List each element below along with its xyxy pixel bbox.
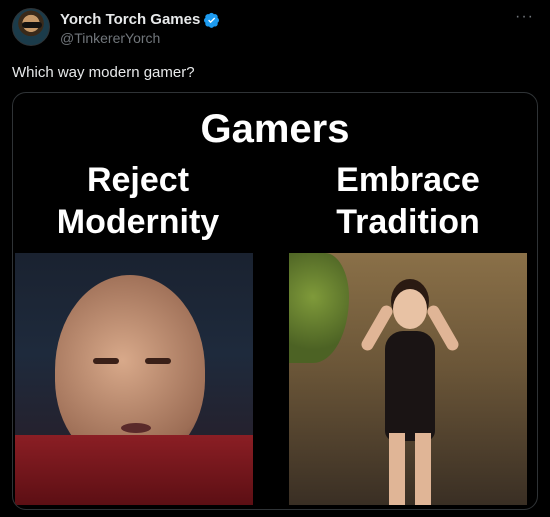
leg-right bbox=[415, 433, 431, 505]
tweet-header: Yorch Torch Games @TinkererYorch ··· bbox=[12, 8, 538, 48]
author-handle[interactable]: @TinkererYorch bbox=[60, 30, 160, 46]
meme-left-label-line2: Modernity bbox=[56, 203, 220, 241]
eye-right bbox=[145, 358, 171, 364]
leg-left bbox=[389, 433, 405, 505]
red-jacket bbox=[15, 435, 253, 505]
meme-right-photo bbox=[289, 253, 527, 505]
tweet-text: Which way modern gamer? bbox=[12, 64, 195, 81]
meme-title: Gamers bbox=[200, 107, 350, 151]
foliage bbox=[289, 253, 349, 363]
tweet-media-image[interactable]: Gamers Reject Modernity Embrace Traditio… bbox=[12, 92, 538, 510]
character-figure bbox=[359, 283, 461, 505]
meme-right-label-line1: Embrace bbox=[336, 161, 480, 199]
meme-right-label-line2: Tradition bbox=[336, 203, 480, 241]
meme-left-label-line1: Reject bbox=[86, 161, 190, 199]
more-options-icon[interactable]: ··· bbox=[515, 8, 534, 26]
avatar[interactable] bbox=[12, 8, 50, 46]
character-head bbox=[393, 289, 427, 329]
author-display-name[interactable]: Yorch Torch Games bbox=[60, 11, 200, 28]
meme-left-label: Reject Modernity bbox=[13, 159, 263, 243]
black-lace-outfit bbox=[385, 331, 435, 441]
mouth bbox=[121, 423, 151, 433]
meme-right-label: Embrace Tradition bbox=[283, 159, 533, 243]
meme-left-photo bbox=[15, 253, 253, 505]
verified-badge-icon bbox=[204, 12, 220, 28]
eye-left bbox=[93, 358, 119, 364]
author-name-row: Yorch Torch Games bbox=[60, 11, 220, 28]
